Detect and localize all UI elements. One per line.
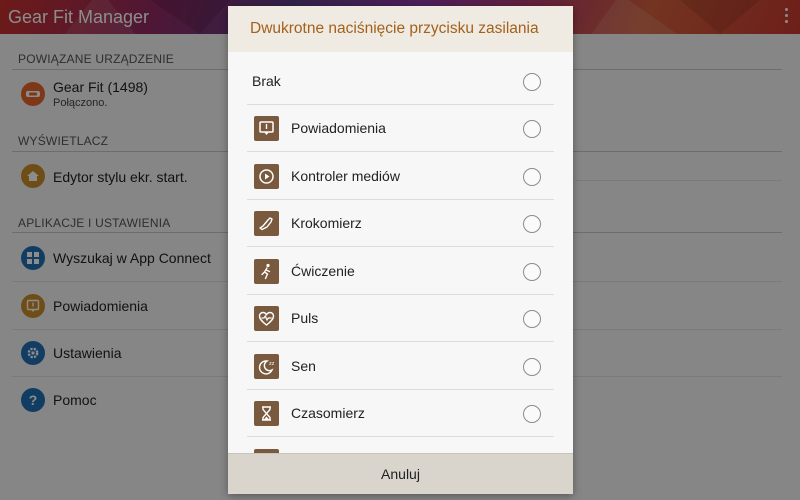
option-heart-rate[interactable]: Puls <box>247 295 554 342</box>
option-exercise[interactable]: Ćwiczenie <box>247 248 554 295</box>
option-label: Sen <box>291 358 316 374</box>
option-radio[interactable] <box>523 120 541 138</box>
hourglass-icon <box>254 401 279 426</box>
option-radio[interactable] <box>523 215 541 233</box>
sleep-icon: zz <box>254 354 279 379</box>
option-label: Kontroler mediów <box>291 168 400 184</box>
option-label: Puls <box>291 310 319 326</box>
option-radio[interactable] <box>523 168 541 186</box>
shoe-icon <box>254 211 279 236</box>
dialog-header: Dwukrotne naciśnięcie przycisku zasilani… <box>228 6 573 52</box>
running-icon <box>254 259 279 284</box>
option-timer[interactable]: Czasomierz <box>247 390 554 437</box>
cancel-button[interactable]: Anuluj <box>228 454 573 494</box>
option-radio[interactable] <box>523 310 541 328</box>
power-key-double-press-dialog: Dwukrotne naciśnięcie przycisku zasilani… <box>228 6 573 494</box>
option-label: Ćwiczenie <box>291 263 355 279</box>
option-label: Czasomierz <box>291 405 365 421</box>
option-radio[interactable] <box>523 405 541 423</box>
option-radio[interactable] <box>523 73 541 91</box>
notification-icon <box>254 116 279 141</box>
dialog-title: Dwukrotne naciśnięcie przycisku zasilani… <box>250 20 539 37</box>
option-stopwatch[interactable]: St <box>247 438 554 453</box>
option-label: Brak <box>252 73 281 89</box>
options-list[interactable]: Brak Powiadomienia Kontroler mediów Krok… <box>228 52 573 453</box>
option-none[interactable]: Brak <box>247 58 554 105</box>
dialog-footer: Anuluj <box>228 453 573 494</box>
option-sleep[interactable]: zz Sen <box>247 343 554 390</box>
play-icon <box>254 164 279 189</box>
option-radio[interactable] <box>523 263 541 281</box>
option-notifications[interactable]: Powiadomienia <box>247 105 554 152</box>
svg-text:zz: zz <box>269 361 275 367</box>
option-pedometer[interactable]: Krokomierz <box>247 200 554 247</box>
option-media-controller[interactable]: Kontroler mediów <box>247 153 554 200</box>
option-radio[interactable] <box>523 358 541 376</box>
heart-rate-icon <box>254 306 279 331</box>
option-label: Powiadomienia <box>291 120 386 136</box>
option-label: Krokomierz <box>291 215 362 231</box>
